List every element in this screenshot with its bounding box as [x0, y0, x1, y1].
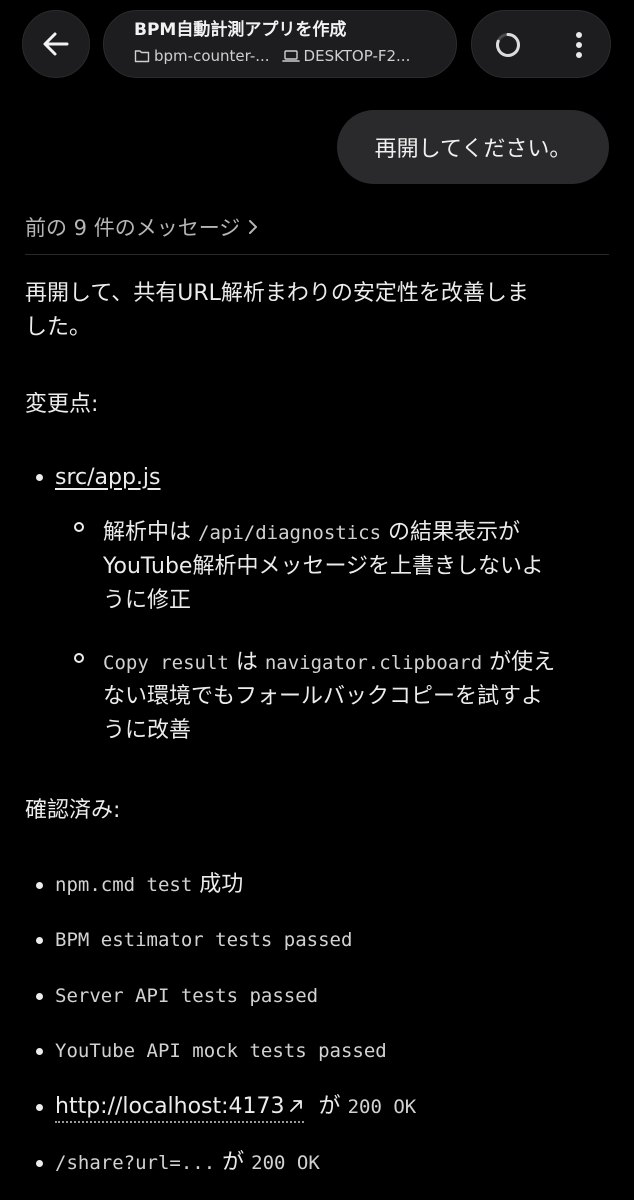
top-bar: BPM自動計測アプリを作成 bpm-counter-... DESKTOP-F2… [0, 0, 634, 96]
folder-icon [134, 50, 150, 63]
header-actions [471, 10, 611, 78]
list-item: src/app.js [55, 461, 161, 495]
localhost-link[interactable]: http://localhost:4173 [55, 1094, 304, 1123]
list-item: Server API tests passed [55, 985, 319, 1007]
previous-messages-label: 前の 9 件のメッセージ [25, 216, 241, 240]
file-link-app-js[interactable]: src/app.js [55, 465, 161, 490]
inline-code: npm.cmd test [55, 874, 193, 896]
sub-bullet [74, 653, 84, 663]
bullet [36, 937, 43, 944]
divider [25, 254, 609, 255]
list-item: /share?url=... が 200 OK [55, 1150, 320, 1175]
inline-code: 200 OK [347, 1096, 417, 1118]
arrow-left-icon [43, 32, 69, 56]
bullet [36, 474, 43, 481]
more-vertical-icon [576, 32, 582, 38]
list-item: 解析中は /api/diagnostics の結果表示が YouTube解析中メ… [103, 520, 544, 613]
changes-heading: 変更点: [25, 392, 99, 417]
user-message-bubble: 再開してください。 [337, 110, 609, 184]
inline-code: /api/diagnostics [198, 522, 382, 544]
conversation-title: BPM自動計測アプリを作成 [134, 20, 347, 40]
previous-messages-link[interactable]: 前の 9 件のメッセージ [25, 212, 258, 242]
back-button[interactable] [22, 10, 90, 78]
inline-code: 200 OK [251, 1152, 320, 1174]
list-item: npm.cmd test 成功 [55, 872, 244, 897]
laptop-icon [281, 50, 300, 62]
bullet [36, 993, 43, 1000]
conversation-title-pill[interactable]: BPM自動計測アプリを作成 bpm-counter-... DESKTOP-F2… [103, 10, 457, 78]
chevron-right-icon [249, 220, 258, 234]
inline-code: navigator.clipboard [264, 652, 483, 674]
external-link-icon [289, 1100, 302, 1112]
bullet [36, 1104, 43, 1111]
bullet [36, 1048, 43, 1055]
bullet [36, 1160, 43, 1167]
folder-name: bpm-counter-... [154, 47, 270, 65]
list-item: Copy result は navigator.clipboard が使え ない… [103, 650, 556, 743]
project-folder: bpm-counter-... [134, 47, 270, 65]
inline-code: /share?url=... [55, 1152, 216, 1174]
bullet [36, 882, 43, 889]
loading-spinner-icon[interactable] [494, 31, 522, 59]
device-info: DESKTOP-F2... [281, 47, 411, 65]
list-item: YouTube API mock tests passed [55, 1040, 387, 1062]
list-item: BPM estimator tests passed [55, 929, 353, 951]
inline-code: Copy result [103, 652, 229, 674]
verified-heading: 確認済み: [25, 798, 121, 823]
reply-intro: 再開して、共有URL解析まわりの安定性を改善しま した。 [25, 281, 529, 340]
sub-bullet [74, 522, 84, 532]
list-item: http://localhost:4173 が 200 OK [55, 1090, 416, 1124]
more-options-button[interactable] [564, 29, 594, 61]
device-name: DESKTOP-F2... [303, 47, 411, 65]
